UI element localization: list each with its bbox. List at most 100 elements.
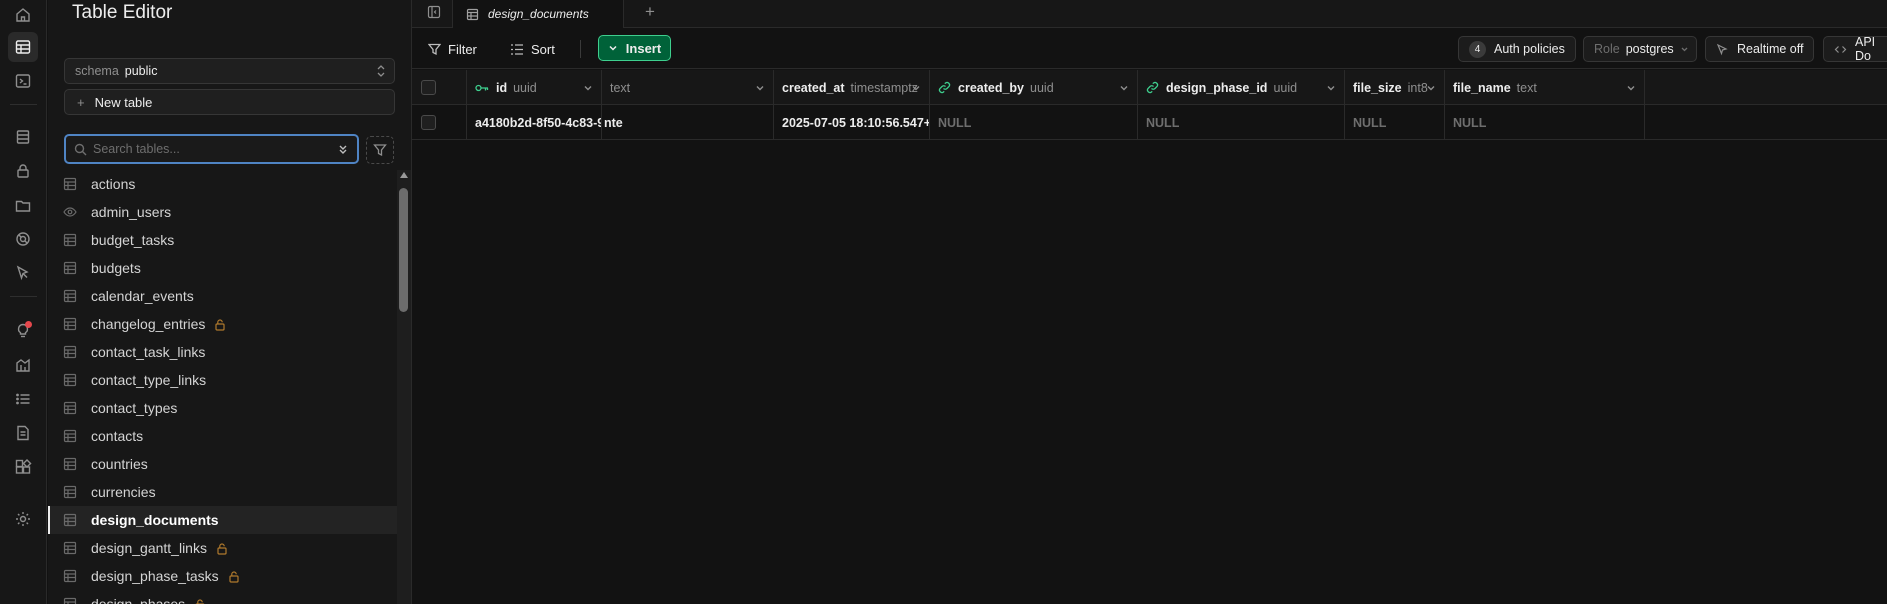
sidebar-toggle-icon[interactable] <box>424 2 444 22</box>
filter-icon <box>373 144 387 157</box>
schema-select[interactable]: schema public <box>64 58 395 84</box>
search-tables-field[interactable] <box>64 134 359 164</box>
advisors-icon[interactable] <box>8 316 38 346</box>
column-name: created_by <box>958 80 1025 95</box>
column-header-file-name[interactable]: file_name text <box>1445 70 1645 105</box>
sidebar-item-label: contact_task_links <box>91 344 206 360</box>
settings-icon[interactable] <box>8 504 38 534</box>
sidebar-item-changelog-entries[interactable]: changelog_entries <box>48 310 398 338</box>
sort-button[interactable]: Sort <box>510 37 555 61</box>
column-header-text[interactable]: text <box>602 70 774 105</box>
api-docs-button[interactable]: API Do <box>1823 35 1887 63</box>
database-icon[interactable] <box>8 122 38 152</box>
sidebar-item-currencies[interactable]: currencies <box>48 478 398 506</box>
new-table-label: New table <box>94 94 153 110</box>
sidebar-item-contact-type-links[interactable]: contact_type_links <box>48 366 398 394</box>
plus-icon: + <box>77 94 85 110</box>
chevron-down-icon[interactable] <box>911 83 921 93</box>
filter-tables-button[interactable] <box>366 136 394 164</box>
search-tables-input[interactable] <box>93 142 337 156</box>
realtime-icon <box>1716 43 1729 56</box>
sidebar-item-design-phases[interactable]: design_phases <box>48 590 398 604</box>
table-icon <box>63 401 79 415</box>
scroll-up-arrow-icon[interactable] <box>400 172 408 178</box>
row-checkbox[interactable] <box>421 115 436 130</box>
reports-icon[interactable] <box>8 350 38 380</box>
table-icon <box>63 317 79 331</box>
sidebar-scrollbar[interactable] <box>397 170 411 604</box>
sidebar-item-contact-types[interactable]: contact_types <box>48 394 398 422</box>
select-all-checkbox[interactable] <box>421 80 436 95</box>
sort-icon <box>510 43 524 56</box>
chevron-down-icon[interactable] <box>1626 83 1636 93</box>
column-type: uuid <box>513 80 537 95</box>
sidebar-item-countries[interactable]: countries <box>48 450 398 478</box>
table-icon <box>63 457 79 471</box>
realtime-icon[interactable] <box>8 224 38 254</box>
grid-header: id uuid text created_at timestamptz created_b… <box>412 70 1887 105</box>
table-row[interactable]: a4180b2d-8f50-4c83-9539nte2025-07-05 18:… <box>412 105 1887 140</box>
schema-label: schema <box>75 64 119 78</box>
new-table-button[interactable]: + New table <box>64 89 395 115</box>
sidebar-item-calendar-events[interactable]: calendar_events <box>48 282 398 310</box>
table-cell[interactable]: a4180b2d-8f50-4c83-9539 <box>467 105 602 140</box>
column-header-file-size[interactable]: file_size int8 <box>1345 70 1445 105</box>
tab-design-documents[interactable]: design_documents <box>452 0 624 28</box>
table-cell[interactable]: nte <box>602 105 774 140</box>
sidebar-item-admin-users[interactable]: admin_users <box>48 198 398 226</box>
api-docs-icon[interactable] <box>8 418 38 448</box>
filter-icon <box>428 43 441 56</box>
table-cell[interactable]: NULL <box>1345 105 1445 140</box>
sidebar-item-label: contact_type_links <box>91 372 207 388</box>
table-cell[interactable]: NULL <box>1138 105 1345 140</box>
table-cell[interactable]: 2025-07-05 18:10:56.547+00 <box>774 105 930 140</box>
sidebar-item-contact-task-links[interactable]: contact_task_links <box>48 338 398 366</box>
lock-icon <box>216 542 228 555</box>
column-header-created-by[interactable]: created_by uuid <box>930 70 1138 105</box>
sidebar-title: Table Editor <box>72 2 173 23</box>
edge-functions-icon[interactable] <box>8 258 38 288</box>
tab-label: design_documents <box>488 7 589 21</box>
table-cell[interactable]: NULL <box>930 105 1138 140</box>
column-header-design-phase-id[interactable]: design_phase_id uuid <box>1138 70 1345 105</box>
column-header-created-at[interactable]: created_at timestamptz <box>774 70 930 105</box>
chevrons-up-down-icon <box>376 64 386 78</box>
chevron-down-icon[interactable] <box>1119 83 1129 93</box>
chevron-down-icon[interactable] <box>755 83 765 93</box>
table-icon <box>63 233 79 247</box>
sidebar-item-actions[interactable]: actions <box>48 170 398 198</box>
auth-icon[interactable] <box>8 156 38 186</box>
insert-button[interactable]: Insert <box>598 35 671 61</box>
filter-button[interactable]: Filter <box>428 37 477 61</box>
storage-icon[interactable] <box>8 190 38 220</box>
sidebar-item-contacts[interactable]: contacts <box>48 422 398 450</box>
sql-editor-icon[interactable] <box>8 66 38 96</box>
table-editor-icon[interactable] <box>8 32 38 62</box>
table-sidebar: Table Editor schema public + New table a… <box>48 0 412 604</box>
add-tab-icon[interactable]: + <box>640 2 660 22</box>
search-icon <box>74 143 87 156</box>
table-cell[interactable]: NULL <box>1445 105 1645 140</box>
auth-policies-button[interactable]: 4 Auth policies <box>1458 36 1576 62</box>
notification-dot <box>25 321 32 328</box>
sidebar-item-budgets[interactable]: budgets <box>48 254 398 282</box>
sidebar-item-design-gantt-links[interactable]: design_gantt_links <box>48 534 398 562</box>
scroll-thumb[interactable] <box>399 188 408 312</box>
sidebar-item-design-documents[interactable]: design_documents <box>48 506 398 534</box>
chevron-down-icon[interactable] <box>1326 83 1336 93</box>
chevron-down-icon[interactable] <box>583 83 593 93</box>
integrations-icon[interactable] <box>8 452 38 482</box>
lock-icon <box>194 598 206 604</box>
chevron-down-icon[interactable] <box>1426 83 1436 93</box>
column-header-id[interactable]: id uuid <box>467 70 602 105</box>
link-icon <box>1146 81 1159 94</box>
chevrons-down-icon[interactable] <box>337 143 349 155</box>
sidebar-item-budget-tasks[interactable]: budget_tasks <box>48 226 398 254</box>
realtime-toggle-button[interactable]: Realtime off <box>1705 36 1815 62</box>
sidebar-item-design-phase-tasks[interactable]: design_phase_tasks <box>48 562 398 590</box>
key-icon <box>475 83 489 93</box>
toolbar: Filter Sort Insert 4 Auth policies Role … <box>412 29 1887 69</box>
role-select[interactable]: Role postgres <box>1583 36 1697 62</box>
home-icon[interactable] <box>8 0 38 30</box>
logs-icon[interactable] <box>8 384 38 414</box>
